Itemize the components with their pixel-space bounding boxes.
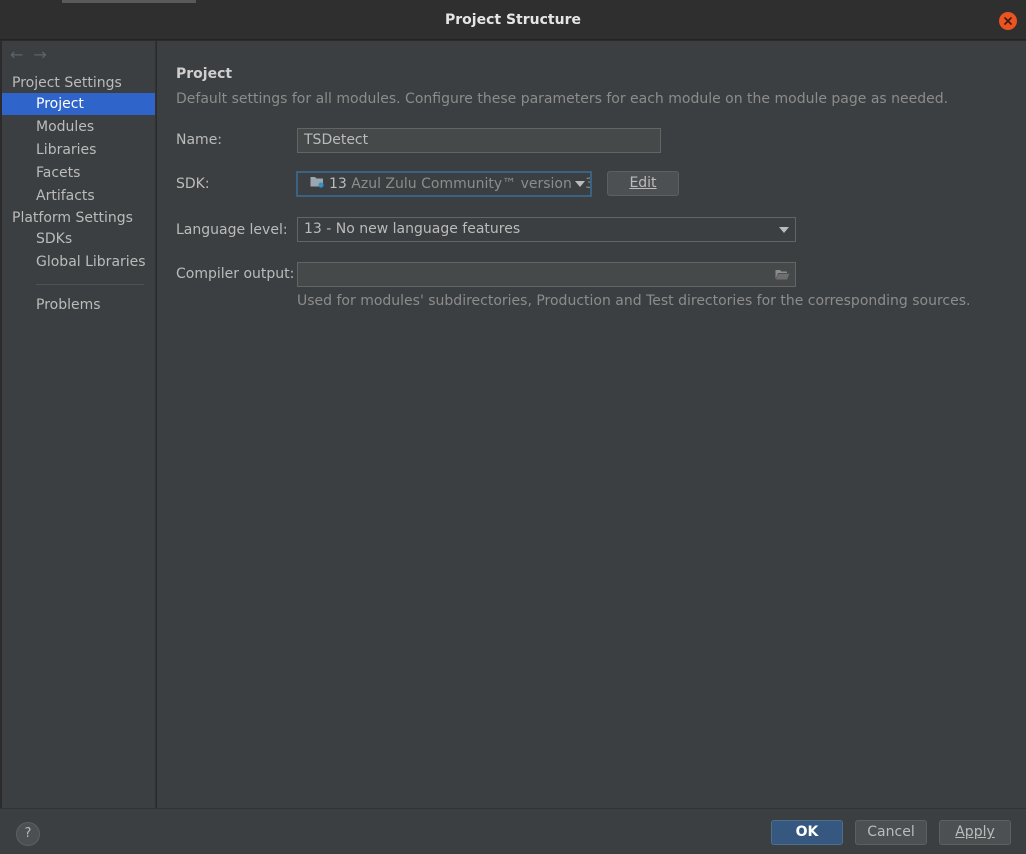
language-level-dropdown[interactable]: 13 - No new language features xyxy=(297,217,796,242)
forward-arrow-icon[interactable]: → xyxy=(33,45,46,65)
apply-button-label: Apply xyxy=(955,824,995,840)
sidebar-divider xyxy=(36,284,144,285)
sidebar-item-libraries[interactable]: Libraries xyxy=(2,139,155,161)
main-panel: Project Default settings for all modules… xyxy=(157,41,1026,808)
edit-button-label: Edit xyxy=(629,175,657,191)
page-description: Default settings for all modules. Config… xyxy=(176,91,949,107)
sidebar-group-platform-settings: Platform Settings xyxy=(12,210,133,226)
sdk-dropdown[interactable]: 13 Azul Zulu Community™ version 13 xyxy=(296,171,592,197)
dialog-footer: ? OK Cancel Apply xyxy=(0,808,1026,854)
edit-sdk-button[interactable]: Edit xyxy=(607,171,679,196)
page-title: Project xyxy=(176,66,233,82)
compiler-output-field[interactable] xyxy=(297,262,796,287)
compiler-output-hint: Used for modules' subdirectories, Produc… xyxy=(297,293,971,309)
nav-arrows: ← → xyxy=(10,45,47,65)
chevron-down-icon xyxy=(574,173,586,195)
sidebar-item-project[interactable]: Project xyxy=(2,93,155,115)
folder-browse-icon[interactable] xyxy=(774,263,790,286)
sidebar-item-problems[interactable]: Problems xyxy=(2,294,155,316)
sidebar-item-sdks[interactable]: SDKs xyxy=(2,228,155,250)
sidebar-group-project-settings: Project Settings xyxy=(12,75,122,91)
cancel-button[interactable]: Cancel xyxy=(855,820,927,845)
sidebar-item-global-libraries[interactable]: Global Libraries xyxy=(2,251,155,273)
sdk-version: 13 xyxy=(329,176,347,192)
compiler-output-label: Compiler output: xyxy=(176,266,295,282)
sdk-label: SDK: xyxy=(176,176,210,192)
chevron-down-icon xyxy=(778,218,790,241)
language-level-value: 13 - No new language features xyxy=(304,221,521,237)
help-button[interactable]: ? xyxy=(16,822,40,846)
title-bar: Project Structure xyxy=(0,0,1026,40)
sidebar-item-artifacts[interactable]: Artifacts xyxy=(2,185,155,207)
close-icon[interactable] xyxy=(999,12,1017,30)
sidebar: ← → Project Settings Project Modules Lib… xyxy=(2,41,156,808)
ok-button[interactable]: OK xyxy=(771,820,843,845)
language-level-label: Language level: xyxy=(176,222,288,238)
sidebar-item-modules[interactable]: Modules xyxy=(2,116,155,138)
back-arrow-icon[interactable]: ← xyxy=(10,45,23,65)
window-tab-stub xyxy=(62,0,196,3)
name-field[interactable]: TSDetect xyxy=(297,128,661,153)
folder-icon xyxy=(310,173,325,195)
sidebar-item-facets[interactable]: Facets xyxy=(2,162,155,184)
apply-button[interactable]: Apply xyxy=(939,820,1011,845)
name-label: Name: xyxy=(176,132,223,148)
window-title: Project Structure xyxy=(445,12,581,28)
sdk-name: Azul Zulu Community™ version 13 xyxy=(351,176,592,192)
